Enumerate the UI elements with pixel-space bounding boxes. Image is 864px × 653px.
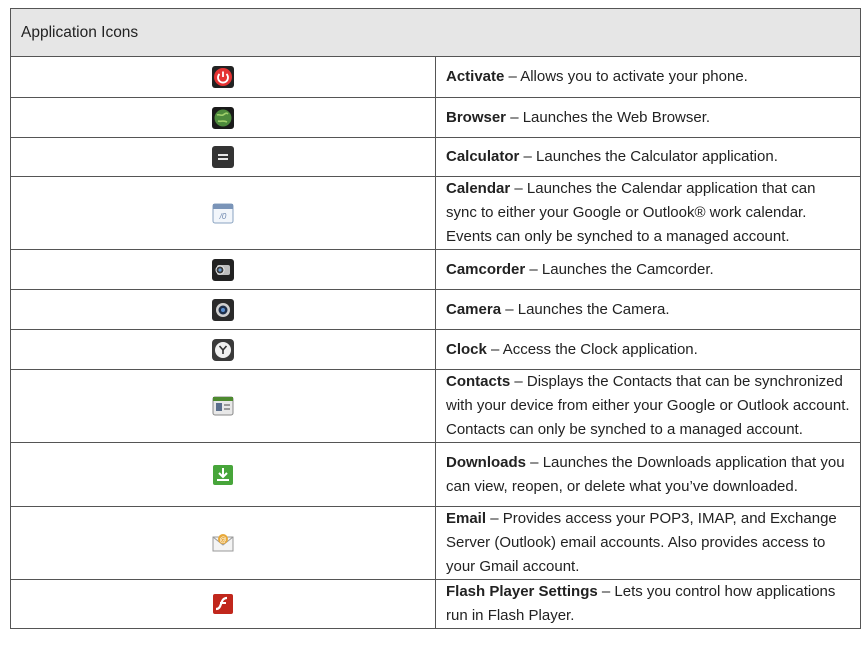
row-description: – Allows you to activate your phone. — [504, 68, 748, 85]
row-name: Clock — [446, 340, 487, 358]
row-name: Calendar — [446, 180, 511, 197]
table-row-camera: Camera – Launches the Camera. — [10, 289, 861, 330]
clock-icon — [211, 338, 235, 362]
table-row-camcorder: Camcorder – Launches the Camcorder. — [10, 249, 861, 290]
svg-text:@: @ — [219, 537, 226, 544]
table-header-row: Application Icons — [10, 8, 861, 57]
table-row-calculator: Calculator – Launches the Calculator app… — [10, 137, 861, 177]
table-row-browser: Browser – Launches the Web Browser. — [10, 97, 861, 138]
calculator-icon — [211, 145, 235, 169]
contacts-icon — [211, 394, 235, 418]
row-name: Flash Player Settings — [446, 583, 598, 600]
power-icon — [211, 65, 235, 89]
row-name: Activate — [446, 68, 505, 85]
camera-icon — [211, 298, 235, 322]
row-description: – Access the Clock application. — [486, 340, 698, 358]
row-description: – Launches the Camera. — [501, 300, 670, 318]
row-description: – Launches the Web Browser. — [506, 108, 711, 126]
svg-text:/0: /0 — [219, 212, 227, 221]
calendar-icon: /0 — [211, 201, 235, 225]
row-text: Activate – Allows you to activate your p… — [435, 56, 861, 98]
row-name: Browser — [446, 108, 507, 126]
table-row-contacts: Contacts – Displays the Contacts that ca… — [10, 369, 861, 443]
application-icons-table: Application Icons Activate – Allows you … — [10, 8, 861, 629]
row-name: Camera — [446, 300, 502, 318]
camcorder-icon — [211, 258, 235, 282]
flash-player-icon — [211, 592, 235, 616]
table-row-calendar: /0 Calendar – Launches the Calendar appl… — [10, 176, 861, 250]
globe-icon — [211, 106, 235, 130]
row-description: – Launches the Calculator application. — [519, 148, 778, 165]
table-row-email: @ Email – Provides access your POP3, IMA… — [10, 506, 861, 580]
row-name: Contacts — [446, 373, 511, 390]
row-name: Calculator — [446, 148, 520, 165]
row-name: Downloads — [446, 453, 527, 471]
row-description: – Provides access your POP3, IMAP, and E… — [446, 510, 837, 575]
table-title: Application Icons — [10, 8, 861, 57]
row-name: Email — [446, 510, 487, 527]
row-name: Camcorder — [446, 260, 526, 278]
table-row-flash-player-settings: Flash Player Settings – Lets you control… — [10, 579, 861, 629]
table-row-downloads: Downloads – Launches the Downloads appli… — [10, 442, 861, 507]
download-icon — [211, 463, 235, 487]
email-icon: @ — [211, 531, 235, 555]
table-row-clock: Clock – Access the Clock application. — [10, 329, 861, 370]
table-row-activate: Activate – Allows you to activate your p… — [10, 56, 861, 98]
row-description: – Launches the Camcorder. — [525, 260, 714, 278]
